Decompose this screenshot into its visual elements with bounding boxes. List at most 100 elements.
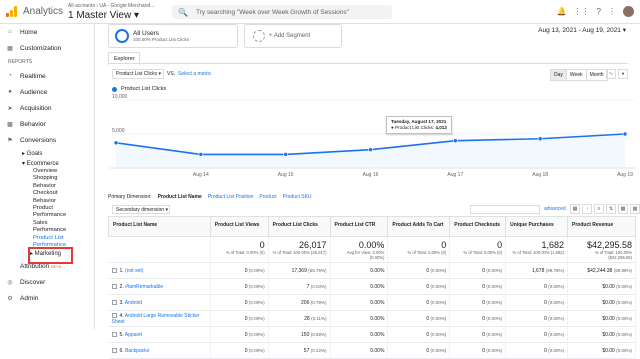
sidebar-item-discover[interactable]: ◎ Discover bbox=[0, 274, 94, 290]
data-point bbox=[113, 140, 119, 146]
beta-badge: BETA bbox=[51, 263, 62, 269]
col-header-views[interactable]: Product List Views bbox=[209, 216, 269, 237]
row-link[interactable]: Android bbox=[125, 300, 142, 306]
primary-dimension-label: Primary Dimension: bbox=[108, 194, 152, 200]
sidebar-item-ecommerce[interactable]: ▾ Ecommerce bbox=[0, 158, 94, 168]
dimension-product-sku[interactable]: Product SKU bbox=[283, 194, 312, 200]
granularity-month[interactable]: Month bbox=[585, 69, 608, 81]
totals-row: 0% of Total: 0.00% (0) 26,017% of Total:… bbox=[108, 236, 636, 263]
col-header-name[interactable]: Product List Name bbox=[108, 216, 211, 237]
term-cloud-icon[interactable]: ▩ bbox=[618, 204, 628, 214]
dimension-product-list-name[interactable]: Product List Name bbox=[158, 194, 202, 200]
sidebar-item-conversions[interactable]: ⚑ Conversions bbox=[0, 132, 94, 148]
data-point bbox=[537, 136, 543, 142]
sidebar-item-home[interactable]: ⌂ Home bbox=[0, 24, 94, 40]
row-link[interactable]: (not set) bbox=[125, 268, 143, 274]
ecom-overview[interactable]: Overview bbox=[0, 168, 94, 175]
row-link[interactable]: Apparel bbox=[125, 332, 142, 338]
data-point bbox=[198, 152, 204, 157]
more-options-icon[interactable]: ⋮ bbox=[608, 7, 616, 16]
table-view-icon[interactable]: ▦ bbox=[570, 204, 580, 214]
table-row: 3. Android 0 (0.00%) 206 (0.79%) 0.00% 0 (0.… bbox=[108, 294, 636, 311]
granularity-week[interactable]: Week bbox=[565, 69, 587, 81]
col-header-ctr[interactable]: Product List CTR bbox=[329, 216, 389, 237]
acquisition-icon: ➤ bbox=[7, 105, 13, 112]
analytics-logo-icon[interactable] bbox=[6, 6, 17, 17]
top-bar: Analytics All accounts › UA - Google Mer… bbox=[0, 0, 640, 24]
ecom-checkout-behavior-2[interactable]: Behavior bbox=[0, 198, 94, 205]
col-header-clicks[interactable]: Product List Clicks bbox=[267, 216, 331, 237]
row-checkbox[interactable] bbox=[111, 267, 117, 273]
row-link[interactable]: Android Large Removable Sticker Sheet bbox=[112, 313, 200, 325]
row-checkbox[interactable] bbox=[111, 347, 117, 353]
main-content: All Users 100.00% Product List Clicks + … bbox=[96, 24, 640, 359]
notifications-icon[interactable]: 🔔 bbox=[557, 7, 567, 16]
row-link[interactable]: #IamRemarkable bbox=[125, 284, 163, 290]
row-checkbox[interactable] bbox=[111, 331, 117, 337]
sidebar-item-goals[interactable]: ▸ Goals bbox=[0, 148, 94, 158]
date-range-picker[interactable]: Aug 13, 2021 - Aug 19, 2021 ▾ bbox=[538, 26, 626, 34]
sidebar-item-realtime[interactable]: ◔ Realtime bbox=[0, 68, 94, 84]
clock-icon: ◔ bbox=[8, 73, 12, 79]
granularity-day[interactable]: Day bbox=[550, 69, 567, 81]
x-tick-label: Aug 15 bbox=[278, 172, 294, 178]
ecom-checkout-behavior[interactable]: Checkout bbox=[0, 190, 94, 197]
tab-divider bbox=[108, 63, 628, 64]
row-checkbox[interactable] bbox=[111, 299, 117, 305]
motion-chart-icon[interactable]: ● bbox=[618, 69, 628, 79]
ecom-product-list-performance[interactable]: Product List bbox=[0, 235, 94, 242]
table-row: 4. Android Large Removable Sticker Sheet… bbox=[108, 310, 636, 327]
dimension-product-list-position[interactable]: Product List Position bbox=[208, 194, 254, 200]
account-selector[interactable]: All accounts › UA - Google Merchand... 1… bbox=[68, 3, 154, 21]
col-header-purchases[interactable]: Unique Purchases bbox=[505, 216, 569, 237]
y-tick-label: 10,000 bbox=[112, 94, 128, 100]
select-metric-link[interactable]: Select a metric bbox=[178, 71, 211, 77]
ecom-product-performance[interactable]: Product bbox=[0, 205, 94, 212]
ecom-shopping-behavior[interactable]: Shopping bbox=[0, 175, 94, 182]
avatar[interactable] bbox=[623, 6, 634, 17]
secondary-dimension-dropdown[interactable]: Secondary dimension ▾ bbox=[112, 205, 170, 214]
ecom-sales-performance[interactable]: Sales bbox=[0, 220, 94, 227]
data-point bbox=[622, 131, 628, 137]
ecom-sales-performance-2[interactable]: Performance bbox=[0, 227, 94, 234]
x-tick-label: Aug 18 bbox=[532, 172, 548, 178]
sidebar-item-audience[interactable]: ● Audience bbox=[0, 84, 94, 100]
sidebar-item-admin[interactable]: ⚙ Admin bbox=[0, 290, 94, 306]
ecom-shopping-behavior-2[interactable]: Behavior bbox=[0, 183, 94, 190]
col-header-revenue[interactable]: Product Revenue bbox=[567, 216, 636, 237]
advanced-filter-link[interactable]: advanced bbox=[544, 206, 566, 212]
ecom-product-performance-2[interactable]: Performance bbox=[0, 212, 94, 219]
table-header-row: Product List Name Product List Views Pro… bbox=[108, 216, 636, 237]
sidebar-item-behavior[interactable]: ▩ Behavior bbox=[0, 116, 94, 132]
primary-dimension-bar: Primary Dimension: Product List Name Pro… bbox=[108, 194, 312, 200]
chart-type-buttons: ∿ ● bbox=[606, 69, 628, 79]
col-header-checkouts[interactable]: Product Checkouts bbox=[449, 216, 507, 237]
vs-label: VS. bbox=[167, 71, 176, 77]
segment-sub: 100.00% Product List Clicks bbox=[133, 37, 190, 42]
reports-header: REPORTS bbox=[8, 59, 33, 65]
col-header-adds[interactable]: Product Adds To Cart bbox=[387, 216, 451, 237]
search-bar[interactable]: 🔍 Try searching "Week over Week Growth o… bbox=[172, 5, 392, 19]
row-checkbox[interactable] bbox=[111, 312, 117, 318]
table-filter-input[interactable] bbox=[470, 205, 540, 214]
performance-view-icon[interactable]: ≡ bbox=[594, 204, 604, 214]
view-name: 1 Master View ▾ bbox=[68, 10, 139, 21]
metric-selector[interactable]: Product List Clicks ▾ bbox=[112, 69, 164, 79]
row-checkbox[interactable] bbox=[111, 283, 117, 289]
data-table: Product List Name Product List Views Pro… bbox=[108, 216, 636, 359]
toolbar-icons: 🔔 ⋮⋮ ? ⋮ bbox=[557, 6, 634, 17]
sidebar-item-acquisition[interactable]: ➤ Acquisition bbox=[0, 100, 94, 116]
pivot-view-icon[interactable]: ▦ bbox=[630, 204, 640, 214]
segment-all-users[interactable]: All Users 100.00% Product List Clicks bbox=[108, 24, 238, 48]
help-icon[interactable]: ? bbox=[597, 7, 601, 16]
sidebar-item-customization[interactable]: ▦ Customization bbox=[0, 40, 94, 56]
add-segment-button[interactable]: + Add Segment bbox=[244, 24, 342, 48]
table-row: 2. #IamRemarkable 0 (0.00%) 7 (0.03%) 0.00%… bbox=[108, 278, 636, 295]
row-link[interactable]: Backpacks bbox=[125, 348, 149, 354]
percentage-view-icon[interactable]: ◔ bbox=[582, 204, 592, 214]
comparison-view-icon[interactable]: ⇅ bbox=[606, 204, 616, 214]
line-chart-icon[interactable]: ∿ bbox=[606, 69, 616, 79]
dimension-product[interactable]: Product bbox=[259, 194, 276, 200]
apps-grid-icon[interactable]: ⋮⋮ bbox=[574, 7, 590, 16]
account-breadcrumb: All accounts › UA - Google Merchand... bbox=[68, 3, 155, 9]
